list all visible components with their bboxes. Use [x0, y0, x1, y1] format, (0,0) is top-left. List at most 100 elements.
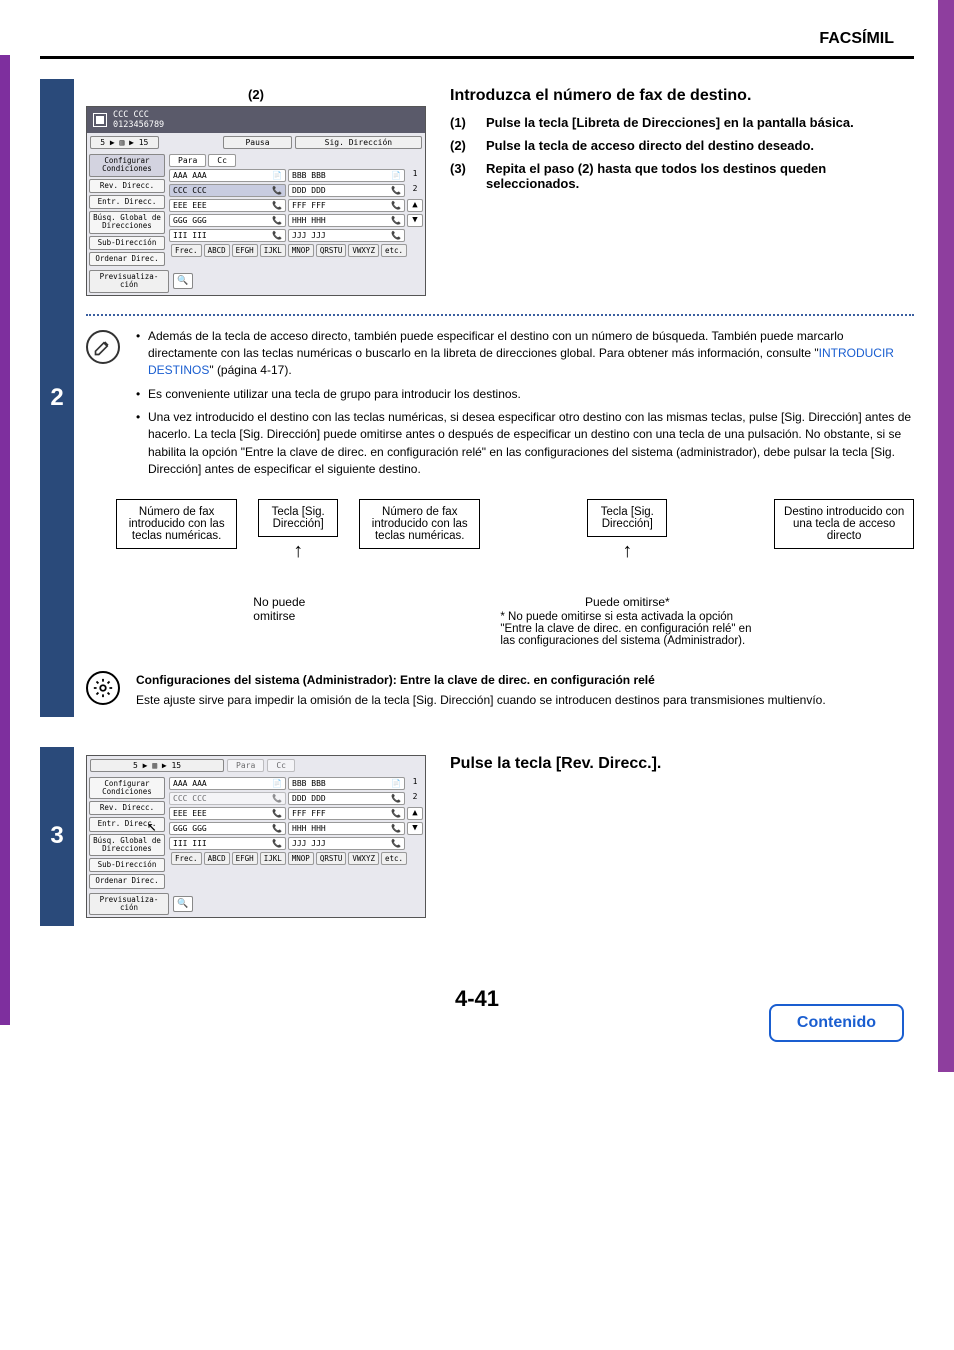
addr-ddd[interactable]: DDD DDD📞: [288, 184, 405, 197]
purple-edge: [0, 55, 10, 1025]
scroll-up[interactable]: ▲: [407, 199, 423, 212]
scroll-down[interactable]: ▼: [407, 822, 423, 835]
can-omit-label: Puede omitirse*: [585, 595, 670, 609]
fax-ui-screenshot-step3: 5 ▶ ▥ ▶ 15 Para Cc Configurar Condicione…: [86, 755, 426, 919]
addr-fff[interactable]: FFF FFF📞: [288, 807, 405, 820]
crumbs-button[interactable]: 5 ▶ ▥ ▶ 15: [90, 759, 224, 772]
addr-jjj[interactable]: JJJ JJJ📞: [288, 229, 405, 242]
tab-para[interactable]: Para: [227, 759, 264, 772]
pausa-button[interactable]: Pausa: [223, 136, 292, 149]
zoom-icon[interactable]: 🔍: [173, 896, 193, 912]
page-1: 1: [407, 777, 423, 790]
sort-qrstu[interactable]: QRSTU: [316, 852, 347, 865]
side-previsualiza[interactable]: Previsualiza-ción: [89, 893, 169, 916]
sort-efgh[interactable]: EFGH: [232, 244, 258, 257]
fax-icon: 📄: [391, 779, 401, 788]
tab-cc[interactable]: Cc: [208, 154, 236, 167]
step-number-3: 3: [40, 747, 74, 927]
sort-ijkl[interactable]: IJKL: [260, 852, 286, 865]
side-configurar[interactable]: Configurar Condiciones: [89, 154, 165, 177]
addr-aaa[interactable]: AAA AAA📄: [169, 777, 286, 790]
sort-frec[interactable]: Frec.: [171, 852, 202, 865]
addr-ccc[interactable]: CCC CCC📞: [169, 792, 286, 805]
addr-eee[interactable]: EEE EEE📞: [169, 199, 286, 212]
fax-icon: 📄: [391, 171, 401, 180]
document-icon: [93, 113, 107, 127]
sort-efgh[interactable]: EFGH: [232, 852, 258, 865]
side-entr-direcc[interactable]: Entr. Direcc.: [89, 195, 165, 209]
tab-cc[interactable]: Cc: [267, 759, 295, 772]
phone-icon: 📞: [391, 201, 401, 210]
diagram-box-4: Tecla [Sig. Dirección]: [587, 499, 667, 537]
side-sub-direccion[interactable]: Sub-Dirección: [89, 858, 165, 872]
page-header-title: FACSÍMIL: [40, 30, 914, 48]
addr-eee[interactable]: EEE EEE📞: [169, 807, 286, 820]
sort-vwxyz[interactable]: VWXYZ: [348, 244, 379, 257]
sort-ijkl[interactable]: IJKL: [260, 244, 286, 257]
side-busq-global[interactable]: Búsq. Global de Direcciones: [89, 211, 165, 234]
screenshot-callout-2: (2): [86, 87, 426, 102]
side-sub-direccion[interactable]: Sub-Dirección: [89, 236, 165, 250]
addr-jjj[interactable]: JJJ JJJ📞: [288, 837, 405, 850]
step3-heading: Pulse la tecla [Rev. Direcc.].: [450, 755, 914, 773]
note-1: Además de la tecla de acceso directo, ta…: [136, 328, 914, 380]
addr-hhh[interactable]: HHH HHH📞: [288, 214, 405, 227]
diagram-box-5: Destino introducido con una tecla de acc…: [774, 499, 914, 549]
diagram-box-3: Número de fax introducido con las teclas…: [359, 499, 480, 549]
cursor-icon: ↖: [147, 816, 157, 835]
side-ordenar[interactable]: Ordenar Direc.: [89, 874, 165, 888]
sort-mnop[interactable]: MNOP: [288, 852, 314, 865]
phone-icon: 📞: [272, 231, 282, 240]
sort-abcd[interactable]: ABCD: [204, 244, 230, 257]
sort-qrstu[interactable]: QRSTU: [316, 244, 347, 257]
addr-hhh[interactable]: HHH HHH📞: [288, 822, 405, 835]
substep-1-text: Pulse la tecla [Libreta de Direcciones] …: [486, 115, 914, 130]
header-rule: [40, 56, 914, 59]
addr-ggg[interactable]: GGG GGG📞: [169, 822, 286, 835]
up-arrow-icon: ↑: [293, 541, 303, 561]
flow-diagram: Número de fax introducido con las teclas…: [116, 499, 914, 647]
diagram-box-1: Número de fax introducido con las teclas…: [116, 499, 237, 549]
sort-vwxyz[interactable]: VWXYZ: [348, 852, 379, 865]
scroll-up[interactable]: ▲: [407, 807, 423, 820]
dest-name: CCC CCC: [113, 110, 164, 120]
addr-ddd[interactable]: DDD DDD📞: [288, 792, 405, 805]
side-rev-direcc[interactable]: Rev. Direcc.: [89, 801, 165, 815]
admin-title: Configuraciones del sistema (Administrad…: [136, 671, 914, 689]
sort-mnop[interactable]: MNOP: [288, 244, 314, 257]
addr-ggg[interactable]: GGG GGG📞: [169, 214, 286, 227]
addr-iii[interactable]: III III📞: [169, 229, 286, 242]
side-ordenar[interactable]: Ordenar Direc.: [89, 252, 165, 266]
dest-number: 0123456789: [113, 120, 164, 130]
crumbs-button[interactable]: 5 ▶ ▥ ▶ 15: [90, 136, 159, 149]
omit-footnote: * No puede omitirse si esta activada la …: [500, 611, 758, 647]
addr-bbb[interactable]: BBB BBB📄: [288, 169, 405, 182]
side-busq-global[interactable]: Búsq. Global de Direcciones: [89, 834, 165, 857]
addr-ccc[interactable]: CCC CCC📞: [169, 184, 286, 197]
link-introducir-destinos[interactable]: INTRODUCIR DESTINOS: [148, 346, 894, 377]
up-arrow-icon: ↑: [622, 541, 632, 561]
scroll-down[interactable]: ▼: [407, 214, 423, 227]
fax-icon: 📄: [272, 779, 282, 788]
addr-fff[interactable]: FFF FFF📞: [288, 199, 405, 212]
side-rev-direcc[interactable]: Rev. Direcc.: [89, 179, 165, 193]
contenido-button[interactable]: Contenido: [769, 1004, 904, 1042]
fax-ui-screenshot-step2: CCC CCC 0123456789 5 ▶ ▥ ▶ 15 Pausa Sig.…: [86, 106, 426, 296]
sort-etc[interactable]: etc.: [381, 852, 407, 865]
addr-aaa[interactable]: AAA AAA📄: [169, 169, 286, 182]
sort-frec[interactable]: Frec.: [171, 244, 202, 257]
side-configurar[interactable]: Configurar Condiciones: [89, 777, 165, 800]
sort-etc[interactable]: etc.: [381, 244, 407, 257]
substep-2-num: (2): [450, 138, 478, 153]
sig-direccion-button[interactable]: Sig. Dirección: [295, 136, 422, 149]
side-previsualiza[interactable]: Previsualiza-ción: [89, 270, 169, 293]
zoom-icon[interactable]: 🔍: [173, 273, 193, 289]
note-2: Es conveniente utilizar una tecla de gru…: [136, 386, 914, 403]
diagram-box-2: Tecla [Sig. Dirección]: [258, 499, 338, 537]
sort-abcd[interactable]: ABCD: [204, 852, 230, 865]
addr-iii[interactable]: III III📞: [169, 837, 286, 850]
addr-bbb[interactable]: BBB BBB📄: [288, 777, 405, 790]
admin-body: Este ajuste sirve para impedir la omisió…: [136, 693, 826, 707]
phone-icon: 📞: [272, 824, 282, 833]
tab-para[interactable]: Para: [169, 154, 206, 167]
